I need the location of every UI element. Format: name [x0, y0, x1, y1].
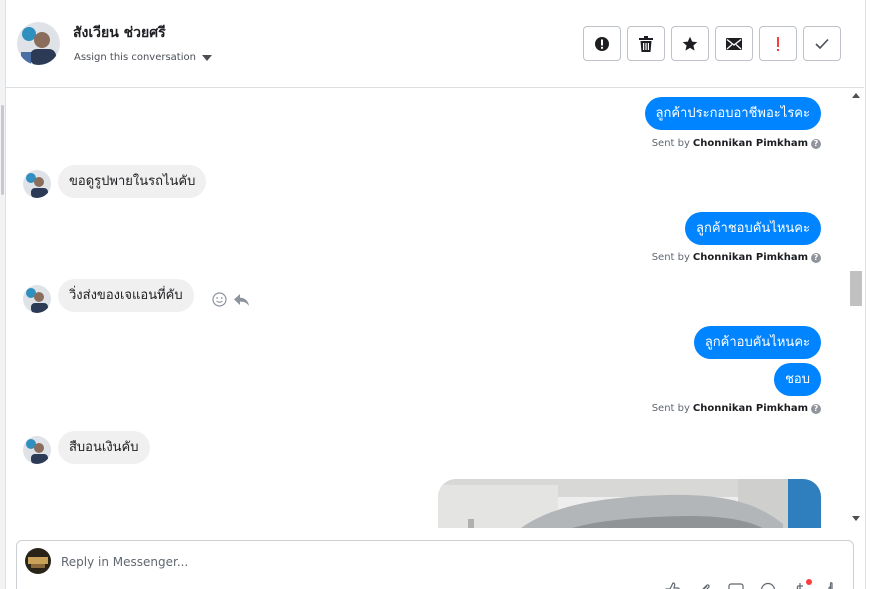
reply-composer	[16, 540, 854, 589]
star-button[interactable]	[671, 26, 709, 61]
checkmark-icon	[815, 38, 829, 49]
notification-dot	[806, 579, 812, 585]
follow-up-button[interactable]	[759, 26, 797, 61]
outgoing-photo[interactable]	[438, 479, 821, 528]
sender-name: Chonnikan Pimkham	[692, 252, 808, 263]
scroll-thumb[interactable]	[850, 271, 862, 306]
incoming-message[interactable]: ขอดูรูปพายในรถไนคับ	[58, 165, 207, 198]
contact-avatar-small[interactable]	[23, 285, 51, 313]
outgoing-message[interactable]: ชอบ	[774, 363, 821, 396]
star-icon	[682, 36, 698, 51]
contact-avatar-small[interactable]	[23, 170, 51, 198]
assign-conversation-label: Assign this conversation	[74, 52, 196, 63]
conversation-actions	[583, 26, 841, 61]
sent-by-prefix: Sent by	[651, 403, 690, 414]
scroll-up-arrow-icon[interactable]	[852, 93, 860, 98]
message-thread[interactable]: ลูกค้าประกอบอาชีพอะไรคะ Sent by Chonnika…	[6, 88, 848, 528]
smiley-icon[interactable]	[212, 292, 227, 307]
mark-done-button[interactable]	[803, 26, 841, 61]
message-scrollbar[interactable]	[848, 88, 864, 528]
attachment-icon[interactable]	[695, 581, 713, 589]
outgoing-message[interactable]: ลูกค้าประกอบอาชีพอะไรคะ	[644, 97, 821, 130]
alert-circle-icon	[595, 36, 609, 51]
message-tools	[212, 292, 250, 307]
sent-by-prefix: Sent by	[651, 138, 690, 149]
mark-unread-button[interactable]	[715, 26, 753, 61]
outgoing-message[interactable]: ลูกค้าอบคันไหนคะ	[693, 326, 821, 359]
image-icon[interactable]	[727, 581, 745, 589]
mark-spam-button[interactable]	[583, 26, 621, 61]
right-pane-edge	[865, 0, 873, 589]
incoming-message[interactable]: สืบอนเงินคับ	[58, 431, 150, 464]
sent-by-label: Sent by Chonnikan Pimkham ?	[652, 138, 821, 149]
emoji-icon[interactable]	[759, 581, 777, 589]
outgoing-message[interactable]: ลูกค้าชอบคันไหนคะ	[685, 212, 821, 245]
like-icon[interactable]	[663, 581, 681, 589]
contact-name[interactable]: สังเวียน ช่วยศรี	[73, 22, 166, 44]
contact-avatar[interactable]	[17, 22, 60, 65]
sent-by-label: Sent by Chonnikan Pimkham ?	[652, 252, 821, 263]
help-icon[interactable]: ?	[811, 138, 821, 149]
reply-input[interactable]	[61, 551, 661, 573]
reply-icon[interactable]	[233, 293, 250, 307]
sender-name: Chonnikan Pimkham	[692, 138, 808, 149]
incoming-message[interactable]: วิ่งส่งของเจแอนที่คับ	[58, 279, 194, 312]
left-pane-scroll-indicator[interactable]	[1, 105, 4, 195]
contact-avatar-small[interactable]	[23, 436, 51, 464]
caret-down-icon	[201, 54, 212, 61]
sent-by-prefix: Sent by	[651, 252, 690, 263]
conversation-header: สังเวียน ช่วยศรี Assign this conversatio…	[6, 0, 864, 88]
page-avatar	[25, 548, 51, 574]
send-icon[interactable]	[823, 581, 841, 589]
composer-toolbar	[663, 581, 841, 589]
help-icon[interactable]: ?	[811, 403, 821, 414]
help-icon[interactable]: ?	[811, 252, 821, 263]
exclamation-icon	[777, 36, 779, 51]
envelope-icon	[726, 37, 742, 50]
scroll-down-arrow-icon[interactable]	[852, 516, 860, 521]
sender-name: Chonnikan Pimkham	[692, 403, 808, 414]
assign-conversation-dropdown[interactable]: Assign this conversation	[74, 52, 212, 63]
delete-button[interactable]	[627, 26, 665, 61]
trash-icon	[639, 35, 653, 52]
messenger-conversation-panel: สังเวียน ช่วยศรี Assign this conversatio…	[0, 0, 873, 589]
sent-by-label: Sent by Chonnikan Pimkham ?	[652, 403, 821, 414]
